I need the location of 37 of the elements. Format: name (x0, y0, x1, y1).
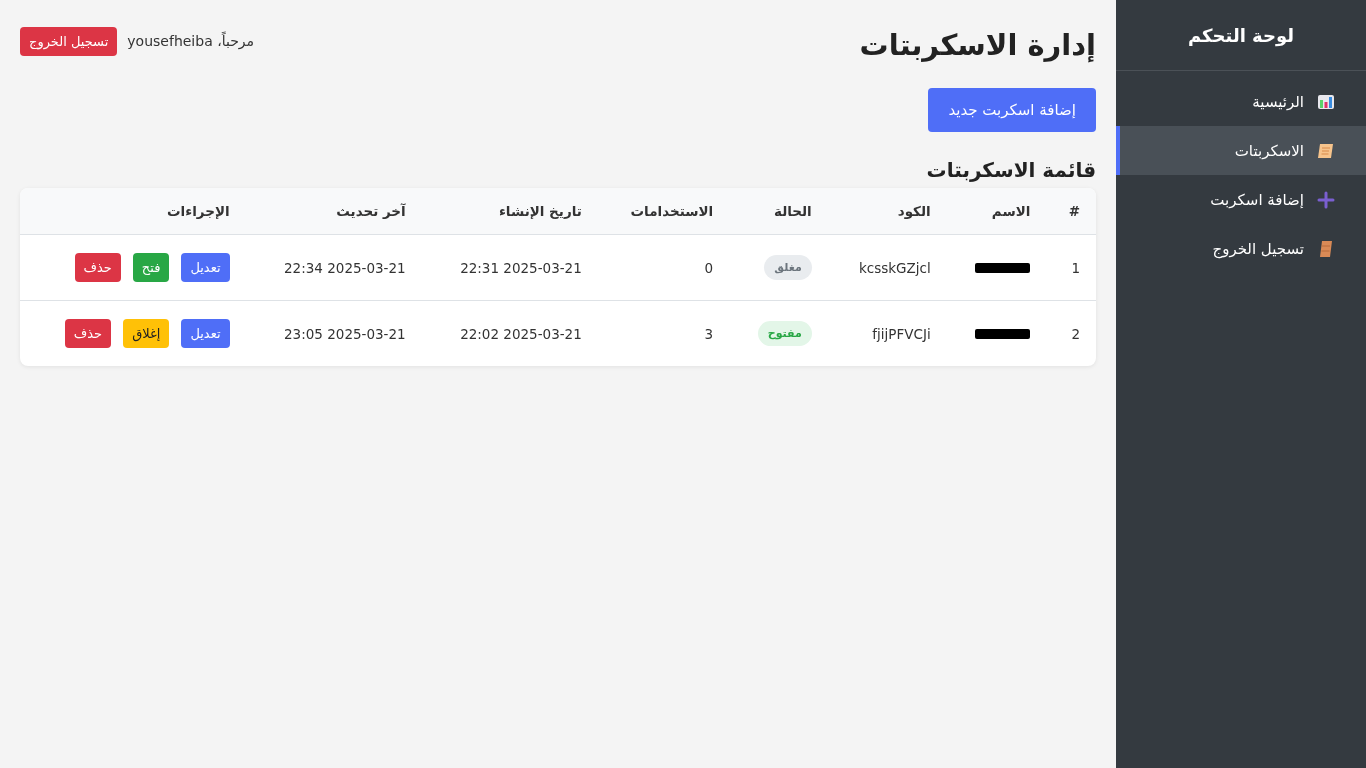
edit-button[interactable]: تعديل (181, 319, 230, 348)
edit-button[interactable]: تعديل (181, 253, 230, 282)
table-cell: 2025-03-21 23:05 (245, 300, 422, 366)
delete-button[interactable]: حذف (74, 253, 121, 282)
table-cell: 2 (1046, 300, 1096, 366)
status-badge: مغلق (764, 255, 812, 280)
column-header: # (1046, 188, 1096, 235)
table-cell: 0 (597, 234, 730, 301)
column-header: الكود (827, 188, 947, 235)
table-cell: 2025-03-21 22:02 (421, 300, 598, 366)
toggle-button[interactable]: فتح (132, 253, 170, 282)
sidebar-title: لوحة التحكم (1116, 0, 1366, 71)
sidebar-item[interactable]: تسجيل الخروج (1116, 224, 1366, 273)
page-title: إدارة الاسكربتات (859, 28, 1096, 62)
column-header: الحالة (729, 188, 828, 235)
table-cell: fjijPFVCJi (827, 300, 947, 366)
list-title: قائمة الاسكربتات (925, 158, 1096, 182)
table-cell: 1 (1046, 234, 1096, 301)
toggle-button[interactable]: إغلاق (123, 319, 170, 348)
sidebar-item[interactable]: إضافة اسكربت (1116, 175, 1366, 224)
logout-button[interactable]: تسجيل الخروج (20, 26, 118, 56)
column-header: الاسم (946, 188, 1047, 235)
table-cell: kcsskGZjcl (827, 234, 947, 301)
status-badge: مفتوح (757, 321, 812, 346)
column-header: تاريخ الإنشاء (421, 188, 598, 235)
add-script-button[interactable]: إضافة اسكربت جديد (928, 88, 1096, 132)
table-cell: 3 (597, 300, 730, 366)
column-header: آخر تحديث (245, 188, 422, 235)
table-cell: 2025-03-21 22:34 (245, 234, 422, 301)
greeting-text: مرحباً، yousefheiba (127, 33, 255, 49)
column-header: الإجراءات (20, 188, 246, 235)
plus-icon (1316, 189, 1336, 210)
table-cell: 2025-03-21 22:31 (421, 234, 598, 301)
delete-button[interactable]: حذف (64, 319, 112, 348)
sidebar-item[interactable]: الاسكربتات (1116, 126, 1366, 175)
sidebar-item[interactable]: الرئيسية (1116, 77, 1366, 126)
column-header: الاستخدامات (597, 188, 730, 235)
